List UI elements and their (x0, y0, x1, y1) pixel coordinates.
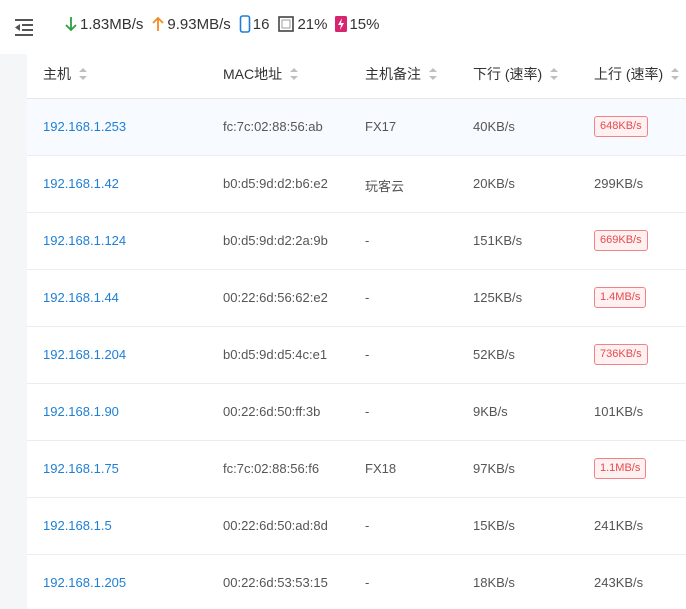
menu-fold-icon[interactable] (12, 16, 36, 38)
download-rate: 1.83MB/s (80, 15, 144, 33)
cpu-usage: 21% (297, 15, 328, 33)
column-header-mac[interactable]: MAC地址 (223, 64, 299, 84)
download-rate-cell: 15KB/s (473, 518, 515, 533)
mac-address: 00:22:6d:56:62:e2 (223, 290, 328, 305)
main-content: 主机 MAC地址 主机备注 下行 (速率) 上行 (速率) 192.168.1.… (0, 54, 686, 609)
sort-caret-icon[interactable] (290, 68, 299, 80)
mac-address: fc:7c:02:88:56:ab (223, 119, 323, 134)
memory-usage: 15% (349, 15, 380, 33)
table-row[interactable]: 192.168.1.5 00:22:6d:50:ad:8d - 15KB/s 2… (27, 498, 686, 555)
download-rate-cell: 52KB/s (473, 347, 515, 362)
column-label: 下行 (速率) (473, 66, 543, 82)
host-ip-link[interactable]: 192.168.1.42 (43, 176, 119, 191)
table-row[interactable]: 192.168.1.90 00:22:6d:50:ff:3b - 9KB/s 1… (27, 384, 686, 441)
devices-stat: 16 (239, 15, 270, 33)
host-ip-link[interactable]: 192.168.1.205 (43, 575, 126, 590)
column-header-note[interactable]: 主机备注 (365, 64, 437, 84)
host-ip-link[interactable]: 192.168.1.90 (43, 404, 119, 419)
table-row[interactable]: 192.168.1.253 fc:7c:02:88:56:ab FX17 40K… (27, 99, 686, 156)
host-ip-link[interactable]: 192.168.1.253 (43, 119, 126, 134)
phone-icon (239, 15, 253, 33)
host-note: - (365, 290, 370, 305)
host-note: - (365, 404, 370, 419)
sort-caret-icon[interactable] (79, 68, 87, 80)
devices-count: 16 (252, 15, 270, 33)
upload-rate-cell: 299KB/s (594, 176, 644, 191)
download-rate-cell: 151KB/s (473, 233, 523, 248)
host-note: FX17 (365, 119, 397, 134)
download-stat: 1.83MB/s (64, 16, 143, 33)
mac-address: 00:22:6d:53:53:15 (223, 575, 328, 590)
table-row[interactable]: 192.168.1.205 00:22:6d:53:53:15 - 18KB/s… (27, 555, 686, 609)
upload-rate-badge: 736KB/s (594, 344, 648, 365)
host-note: 玩客云 (365, 179, 405, 194)
host-ip-link[interactable]: 192.168.1.204 (43, 347, 126, 362)
table-row[interactable]: 192.168.1.44 00:22:6d:56:62:e2 - 125KB/s… (27, 270, 686, 327)
sort-caret-icon[interactable] (671, 68, 680, 80)
table-row[interactable]: 192.168.1.124 b0:d5:9d:d2:2a:9b - 151KB/… (27, 213, 686, 270)
download-rate-cell: 9KB/s (473, 404, 508, 419)
mac-address: fc:7c:02:88:56:f6 (223, 461, 320, 476)
column-label: MAC地址 (223, 66, 283, 82)
host-note: FX18 (365, 461, 397, 476)
table-row[interactable]: 192.168.1.75 fc:7c:02:88:56:f6 FX18 97KB… (27, 441, 686, 498)
mac-address: 00:22:6d:50:ff:3b (223, 404, 321, 419)
host-ip-link[interactable]: 192.168.1.5 (43, 518, 112, 533)
table-header: 主机 MAC地址 主机备注 下行 (速率) 上行 (速率) (27, 54, 686, 99)
upload-rate-cell: 241KB/s (594, 518, 644, 533)
column-header-upload[interactable]: 上行 (速率) (594, 64, 680, 84)
upload-rate-badge: 669KB/s (594, 230, 648, 251)
arrow-up-icon (151, 16, 167, 32)
memory-stat: 15% (335, 15, 380, 33)
mac-address: 00:22:6d:50:ad:8d (223, 518, 328, 533)
mac-address: b0:d5:9d:d2:b6:e2 (223, 176, 328, 191)
upload-rate-badge: 1.1MB/s (594, 458, 647, 479)
cpu-stat: 21% (277, 15, 327, 33)
top-bar: 1.83MB/s 9.93MB/s 16 21% 15% (0, 0, 686, 54)
upload-rate-badge: 648KB/s (594, 116, 648, 137)
table-row[interactable]: 192.168.1.204 b0:d5:9d:d5:4c:e1 - 52KB/s… (27, 327, 686, 384)
sort-caret-icon[interactable] (429, 68, 437, 80)
column-label: 主机备注 (365, 66, 421, 82)
arrow-down-icon (64, 16, 80, 32)
host-note: - (365, 233, 370, 248)
host-ip-link[interactable]: 192.168.1.44 (43, 290, 119, 305)
upload-rate-cell: 101KB/s (594, 404, 644, 419)
sort-caret-icon[interactable] (550, 68, 559, 80)
column-header-host[interactable]: 主机 (43, 64, 87, 84)
status-stats: 1.83MB/s 9.93MB/s 16 21% 15% (64, 15, 388, 33)
host-note: - (365, 575, 370, 590)
memory-bolt-icon (335, 15, 349, 33)
download-rate-cell: 97KB/s (473, 461, 515, 476)
download-rate-cell: 18KB/s (473, 575, 515, 590)
download-rate-cell: 40KB/s (473, 119, 515, 134)
column-label: 上行 (速率) (594, 66, 664, 82)
download-rate-cell: 125KB/s (473, 290, 523, 305)
hosts-table: 主机 MAC地址 主机备注 下行 (速率) 上行 (速率) 192.168.1.… (27, 54, 686, 609)
host-ip-link[interactable]: 192.168.1.124 (43, 233, 126, 248)
upload-rate: 9.93MB/s (167, 15, 231, 33)
upload-stat: 9.93MB/s (151, 15, 231, 33)
column-header-download[interactable]: 下行 (速率) (473, 64, 559, 84)
host-note: - (365, 518, 370, 533)
cpu-square-icon (277, 15, 297, 33)
download-rate-cell: 20KB/s (473, 176, 515, 191)
mac-address: b0:d5:9d:d5:4c:e1 (223, 347, 328, 362)
table-row[interactable]: 192.168.1.42 b0:d5:9d:d2:b6:e2 玩客云 20KB/… (27, 156, 686, 213)
host-note: - (365, 347, 370, 362)
column-label: 主机 (43, 66, 71, 82)
upload-rate-cell: 243KB/s (594, 575, 644, 590)
upload-rate-badge: 1.4MB/s (594, 287, 647, 308)
mac-address: b0:d5:9d:d2:2a:9b (223, 233, 328, 248)
host-ip-link[interactable]: 192.168.1.75 (43, 461, 119, 476)
